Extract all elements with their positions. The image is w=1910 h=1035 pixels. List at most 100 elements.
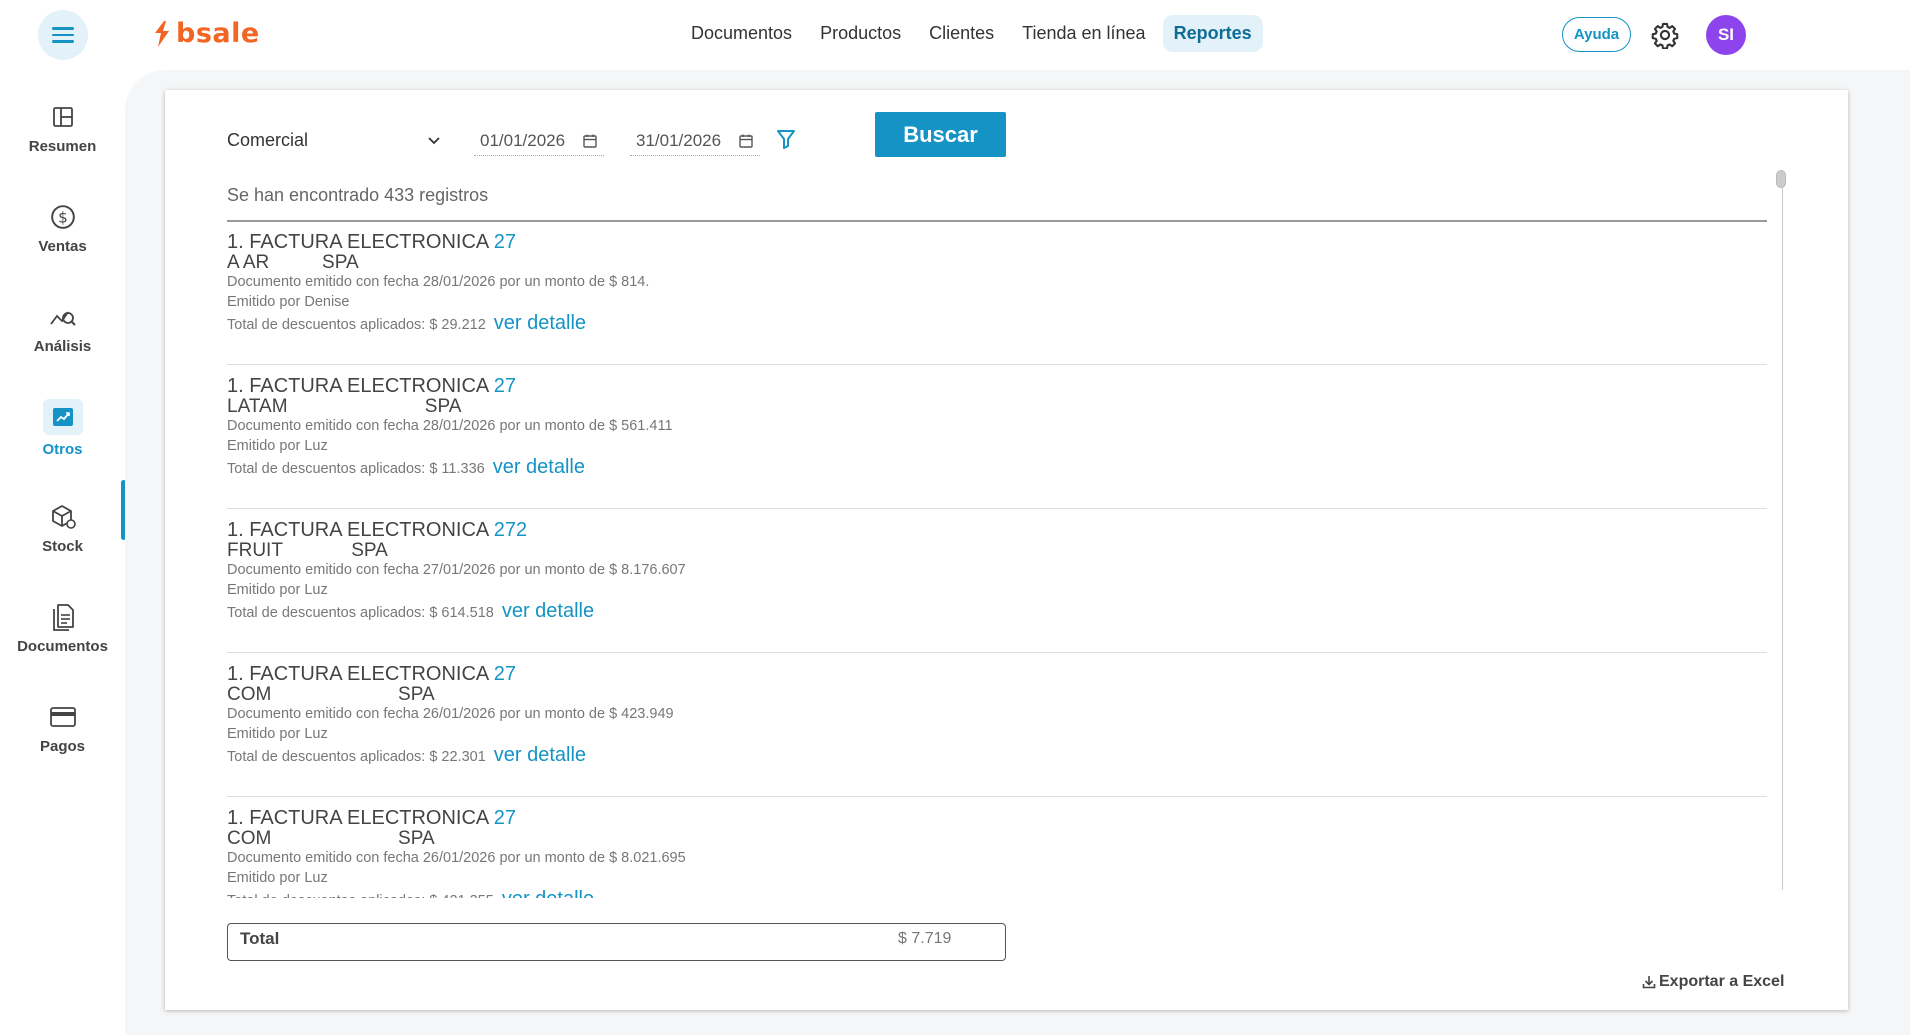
record-date-amount: Documento emitido con fecha 26/01/2026 p… [227, 850, 686, 866]
record-client: A AR SPA [227, 252, 359, 273]
record-discounts: Total de descuentos aplicados: $ 11.336 [227, 461, 485, 477]
sidebar-item-resumen[interactable]: Resumen [0, 88, 125, 168]
search-button[interactable]: Buscar [875, 112, 1006, 157]
record-issuer: Emitido por Luz [227, 726, 328, 742]
record-date-amount: Documento emitido con fecha 27/01/2026 p… [227, 562, 686, 578]
calendar-icon [739, 134, 753, 148]
record-client: COM SPA [227, 828, 435, 849]
box-icon [48, 502, 78, 532]
sidebar-item-label: Pagos [39, 737, 85, 755]
sidebar-item-pagos[interactable]: Pagos [0, 688, 125, 768]
record-discounts: Total de descuentos aplicados: $ 421.355 [227, 890, 494, 898]
download-icon [1642, 976, 1656, 989]
date-to-field[interactable]: 31/01/2026 [630, 126, 760, 156]
svg-text:$: $ [58, 208, 68, 226]
layout-icon [48, 102, 78, 132]
record-type: 1. FACTURA ELECTRONICA [227, 231, 489, 253]
record-client: FRUIT SPA [227, 540, 388, 561]
record-number[interactable]: 27 [494, 375, 516, 397]
record-issuer: Emitido por Denise [227, 294, 350, 310]
record-discounts: Total de descuentos aplicados: $ 29.212 [227, 317, 486, 333]
document-icon [48, 602, 78, 632]
total-label: Total [240, 929, 280, 948]
sidebar-item-label: Análisis [33, 337, 92, 355]
sidebar-item-stock[interactable]: Stock [0, 488, 125, 568]
record-date-amount: Documento emitido con fecha 28/01/2026 p… [227, 418, 673, 434]
nav-clientes[interactable]: Clientes [918, 15, 1005, 52]
sidebar-item-documentos[interactable]: Documentos [0, 588, 125, 668]
record-issuer: Emitido por Luz [227, 438, 328, 454]
record-client: COM SPA [227, 684, 435, 705]
nav-reportes[interactable]: Reportes [1162, 15, 1263, 52]
record-client: LATAM SPA [227, 396, 462, 417]
nav-tienda-en-linea[interactable]: Tienda en línea [1011, 15, 1156, 52]
report-type-select[interactable]: Comercial [227, 126, 442, 154]
logo-text: bsale [176, 18, 260, 49]
date-from-field[interactable]: 01/01/2026 [474, 126, 604, 156]
scrollbar-track[interactable] [1782, 170, 1792, 890]
record-title: 1. FACTURA ELECTRONICA 27 [227, 231, 1767, 253]
record-type: 1. FACTURA ELECTRONICA [227, 663, 489, 685]
list-item: 1. FACTURA ELECTRONICA 27 COM SPA Docume… [227, 653, 1767, 797]
total-value: $ 7.719 [898, 930, 952, 947]
view-detail-link[interactable]: ver detalle [502, 888, 594, 898]
sidebar-item-analisis[interactable]: Análisis [0, 288, 125, 368]
sidebar-item-label: Stock [42, 537, 83, 555]
nav-documentos[interactable]: Documentos [680, 15, 803, 52]
sidebar-item-ventas[interactable]: $ Ventas [0, 188, 125, 268]
main-nav: Documentos Productos Clientes Tienda en … [680, 15, 1263, 52]
calendar-icon [583, 134, 597, 148]
date-to-value: 31/01/2026 [636, 130, 722, 150]
top-bar: bsale Documentos Productos Clientes Tien… [0, 0, 1910, 70]
record-issuer: Emitido por Luz [227, 870, 328, 886]
scrollbar-thumb[interactable] [1776, 170, 1786, 188]
view-detail-link[interactable]: ver detalle [494, 744, 586, 766]
list-item: 1. FACTURA ELECTRONICA 27 LATAM SPA Docu… [227, 365, 1767, 509]
view-detail-link[interactable]: ver detalle [493, 456, 585, 478]
analytics-icon [48, 302, 78, 332]
sidebar-item-label: Otros [42, 440, 83, 458]
gear-icon[interactable] [1651, 21, 1679, 49]
logo[interactable]: bsale [152, 18, 260, 49]
report-type-value: Comercial [227, 129, 309, 150]
record-discounts: Total de descuentos aplicados: $ 614.518 [227, 605, 494, 621]
record-discounts: Total de descuentos aplicados: $ 22.301 [227, 749, 486, 765]
record-number[interactable]: 27 [494, 231, 516, 253]
sidebar-item-label: Resumen [28, 137, 97, 155]
export-label: Exportar a Excel [1659, 973, 1785, 990]
record-number[interactable]: 27 [494, 807, 516, 829]
trend-icon [42, 398, 83, 435]
record-title: 1. FACTURA ELECTRONICA 27 [227, 807, 1767, 829]
card-icon [48, 702, 78, 732]
record-number[interactable]: 27 [494, 663, 516, 685]
sidebar-item-otros[interactable]: Otros [0, 388, 125, 468]
date-from-value: 01/01/2026 [480, 130, 566, 150]
sidebar: Resumen $ Ventas Análisis Otros Stock Do… [0, 70, 126, 1035]
list-item: 1. FACTURA ELECTRONICA 27 A AR SPA Docum… [227, 221, 1767, 365]
view-detail-link[interactable]: ver detalle [502, 600, 594, 622]
record-title: 1. FACTURA ELECTRONICA 27 [227, 375, 1767, 397]
nav-productos[interactable]: Productos [809, 15, 912, 52]
filter-bar: Comercial 01/01/2026 31/01/2026 Buscar [227, 112, 1127, 162]
record-date-amount: Documento emitido con fecha 26/01/2026 p… [227, 706, 674, 722]
record-title: 1. FACTURA ELECTRONICA 272 [227, 519, 1767, 541]
view-detail-link[interactable]: ver detalle [494, 312, 586, 334]
hamburger-menu-button[interactable] [38, 10, 88, 60]
record-issuer: Emitido por Luz [227, 582, 328, 598]
export-excel-button[interactable]: Exportar a Excel [1642, 973, 1784, 991]
list-item: 1. FACTURA ELECTRONICA 27 COM SPA Docume… [227, 797, 1767, 898]
results-count: Se han encontrado 433 registros [227, 185, 489, 205]
hamburger-icon [52, 23, 74, 47]
record-type: 1. FACTURA ELECTRONICA [227, 375, 489, 397]
results-list: 1. FACTURA ELECTRONICA 27 A AR SPA Docum… [227, 221, 1767, 898]
filter-icon[interactable] [775, 128, 797, 150]
help-button[interactable]: Ayuda [1562, 17, 1631, 52]
chevron-down-icon [428, 137, 440, 145]
dollar-icon: $ [48, 202, 78, 232]
record-number[interactable]: 272 [494, 519, 527, 541]
user-avatar[interactable]: SI [1706, 15, 1746, 55]
record-type: 1. FACTURA ELECTRONICA [227, 807, 489, 829]
record-type: 1. FACTURA ELECTRONICA [227, 519, 489, 541]
report-panel: Comercial 01/01/2026 31/01/2026 Buscar S… [165, 90, 1848, 1010]
record-date-amount: Documento emitido con fecha 28/01/2026 p… [227, 274, 650, 290]
